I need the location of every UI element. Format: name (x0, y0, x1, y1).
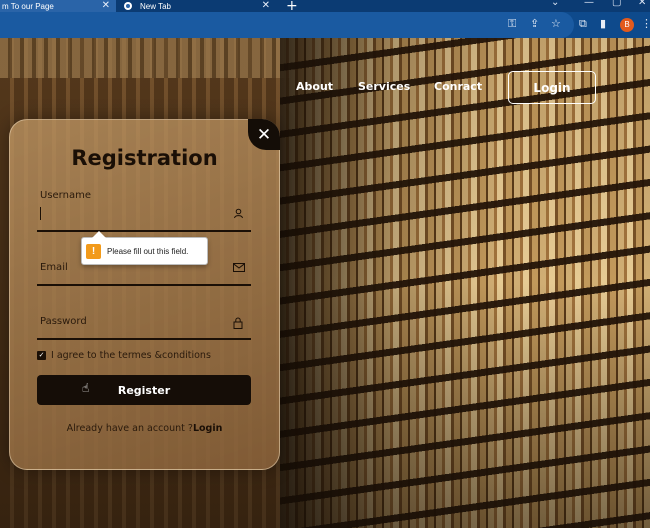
nav-services[interactable]: Services (358, 80, 410, 93)
user-icon (233, 208, 244, 222)
browser-toolbar: ⚿ ⇪ ☆ ⧉ ▮ B ⋮ (0, 12, 650, 38)
key-icon[interactable]: ⚿ (508, 17, 516, 31)
sidepanel-icon[interactable]: ▮ (600, 17, 606, 30)
maximize-icon[interactable]: ▢ (612, 0, 621, 8)
window-close-icon[interactable]: ✕ (638, 0, 646, 8)
agree-label: I agree to the termes &conditions (51, 350, 211, 361)
mail-icon (233, 263, 245, 276)
share-icon[interactable]: ⇪ (530, 17, 539, 30)
warning-icon: ! (86, 243, 101, 259)
hand-cursor-icon: ☝ (82, 381, 90, 395)
nav-contact[interactable]: Conract (434, 80, 482, 93)
tab-title: m To our Page (2, 1, 54, 11)
tab-new-tab[interactable]: New Tab ✕ (118, 0, 276, 12)
email-underline (37, 284, 251, 286)
menu-icon[interactable]: ⋮ (641, 17, 650, 30)
register-button[interactable]: Register (37, 375, 251, 405)
minimize-icon[interactable]: — (584, 0, 594, 8)
tab-to-our-page[interactable]: m To our Page ✕ (0, 0, 116, 12)
validation-message: Please fill out this field. (107, 246, 189, 256)
close-tab-icon[interactable]: ✕ (102, 0, 110, 12)
account-prompt: Already have an account ?Login (9, 423, 280, 434)
password-underline (37, 338, 251, 340)
nav-about[interactable]: About (296, 80, 333, 93)
username-label: Username (40, 190, 91, 201)
username-underline (37, 230, 251, 232)
email-field[interactable] (37, 258, 251, 284)
profile-avatar[interactable]: B (620, 18, 634, 32)
address-bar[interactable] (0, 12, 574, 38)
close-tab-icon[interactable]: ✕ (262, 0, 270, 12)
password-field[interactable] (37, 312, 251, 338)
tab-search-icon[interactable]: ⌄ (551, 0, 559, 8)
username-field[interactable] (37, 204, 251, 230)
account-prompt-text: Already have an account ? (66, 423, 193, 434)
lock-icon (233, 317, 243, 332)
chrome-icon (124, 2, 132, 10)
bookshelves-image (280, 38, 650, 528)
background-top-frame (0, 38, 290, 78)
browser-tab-strip: m To our Page ✕ New Tab ✕ + ⌄ — ▢ ✕ (0, 0, 650, 14)
extensions-icon[interactable]: ⧉ (579, 17, 587, 31)
login-button[interactable]: Login (508, 71, 596, 104)
agree-checkbox[interactable]: ✓ (37, 351, 46, 360)
registration-card (9, 119, 280, 470)
star-icon[interactable]: ☆ (551, 17, 561, 30)
tab-title: New Tab (140, 1, 171, 11)
login-link[interactable]: Login (193, 423, 222, 434)
form-title: Registration (71, 146, 218, 170)
text-caret (40, 207, 41, 220)
